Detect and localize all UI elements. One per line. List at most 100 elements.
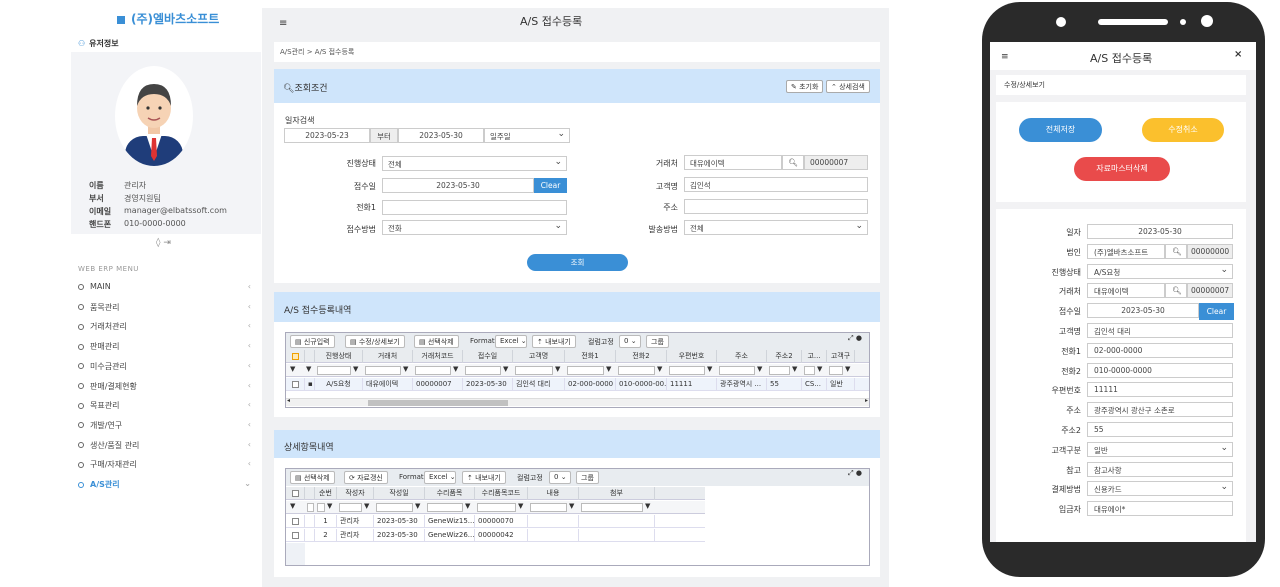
filter-icon[interactable]: ▼	[290, 502, 295, 510]
refresh-button[interactable]: ⟳ 자료갱신	[344, 471, 388, 484]
format-select[interactable]: Excel ⌄	[495, 335, 527, 348]
drop-icon[interactable]: ◊	[156, 238, 160, 248]
filter-icon[interactable]: ▼	[403, 365, 408, 373]
mobile-field-input[interactable]: (주)엘바츠소프트	[1087, 243, 1165, 259]
mobile-field-input[interactable]: 대유에이*	[1087, 501, 1233, 517]
grid2-export-button[interactable]: ⇡ 내보내기	[462, 471, 506, 484]
filter-icon[interactable]: ▼	[353, 365, 358, 373]
fix-select[interactable]: 0 ⌄	[619, 335, 641, 348]
mobile-field-input[interactable]: 010-0000-0000	[1087, 362, 1233, 378]
grid1-col-header[interactable]: 거래처코드	[413, 350, 463, 363]
filter-icon[interactable]: ▼	[415, 502, 420, 510]
filter-icon[interactable]: ▼	[845, 365, 850, 373]
mobile-search-icon[interactable]: 🔍︎	[1165, 283, 1187, 299]
filter-icon[interactable]: ▼	[757, 365, 762, 373]
mobile-field-input[interactable]: 신용카드	[1087, 481, 1233, 497]
grid2-expand-icon[interactable]: ⤢	[848, 469, 854, 477]
mobile-search-icon[interactable]: 🔍︎	[1165, 243, 1187, 259]
grid2-filter-input[interactable]	[530, 503, 567, 512]
grid2-col-header[interactable]: 수리품목	[425, 487, 475, 500]
menu-item-7[interactable]: 개발/연구 ‹	[78, 420, 253, 434]
row-checkbox[interactable]	[286, 378, 305, 391]
grid2-filter-input[interactable]	[477, 503, 516, 512]
mobile-close-icon[interactable]: ×	[1234, 49, 1242, 60]
mobile-hamburger-icon[interactable]: ≡	[1001, 52, 1009, 62]
mobile-field-input[interactable]: 김인석 대리	[1087, 323, 1233, 338]
grid1-filter-input[interactable]	[829, 366, 843, 375]
filter-icon[interactable]: ▼	[817, 365, 822, 373]
filter-icon[interactable]: ▼	[364, 502, 369, 510]
mobile-field-input[interactable]: 대유에이텍	[1087, 283, 1165, 299]
filter-icon[interactable]: ▼	[465, 502, 470, 510]
grid1-filter-input[interactable]	[769, 366, 790, 375]
menu-item-4[interactable]: 미수금관리 ‹	[78, 361, 253, 375]
detail-search-button[interactable]: ⌃ 상세검색	[826, 80, 870, 93]
grid2-filter-input[interactable]	[307, 503, 314, 512]
status-select[interactable]: 전체	[382, 156, 567, 171]
grid1-filter-input[interactable]	[515, 366, 553, 375]
mobile-field-input[interactable]: 참고사항	[1087, 461, 1233, 477]
filter-icon[interactable]: ▼	[453, 365, 458, 373]
filter-icon[interactable]: ▼	[290, 365, 295, 373]
grid1-filter-input[interactable]	[618, 366, 655, 375]
menu-item-2[interactable]: 거래처관리 ‹	[78, 321, 253, 335]
delete-master-button[interactable]: 자료마스터삭제	[1074, 157, 1170, 181]
menu-item-5[interactable]: 판매/결제현황 ‹	[78, 381, 253, 395]
grid1-col-header[interactable]: 고...	[802, 350, 827, 363]
grid2-close-icon[interactable]: ●	[856, 469, 862, 477]
grid1-col-header[interactable]: 접수일	[463, 350, 513, 363]
export-button[interactable]: ⇡ 내보내기	[532, 335, 576, 348]
mobile-field-input[interactable]: 광주광역시 광산구 소촌로	[1087, 402, 1233, 418]
grid1-col-header[interactable]: 전화1	[565, 350, 616, 363]
row-checkbox[interactable]	[286, 529, 305, 542]
edit-detail-button[interactable]: ▤ 수정/상세보기	[345, 335, 405, 348]
close-icon[interactable]: ●	[856, 334, 862, 342]
horizontal-scrollbar[interactable]: ◂ ▸	[286, 397, 869, 406]
mobile-field-input[interactable]: 11111	[1087, 382, 1233, 398]
table-row[interactable]: 2 관리자 2023-05-30 GeneWiz26... 00000042	[286, 529, 705, 542]
phone1-input[interactable]	[382, 200, 567, 215]
grid2-filter-input[interactable]	[376, 503, 413, 512]
date-to-input[interactable]: 2023-05-30	[398, 128, 484, 143]
grid2-filter-input[interactable]	[339, 503, 362, 512]
menu-item-3[interactable]: 판매관리 ‹	[78, 341, 253, 355]
mobile-field-input[interactable]: 2023-05-30	[1087, 224, 1233, 239]
filter-icon[interactable]: ▼	[569, 502, 574, 510]
hamburger-icon[interactable]: ≡	[279, 18, 287, 29]
menu-item-9[interactable]: 구매/자재관리 ‹	[78, 459, 253, 473]
client-input[interactable]: 대유에이텍	[684, 155, 782, 170]
grid1-col-header[interactable]: 거래처	[363, 350, 413, 363]
grid2-filter-input[interactable]	[581, 503, 643, 512]
filter-icon[interactable]: ▼	[306, 365, 311, 373]
mobile-field-input[interactable]: 2023-05-30	[1087, 303, 1199, 319]
grid2-col-header[interactable]: 작성자	[337, 487, 374, 500]
cancel-edit-button[interactable]: 수정취소	[1142, 118, 1224, 142]
filter-icon[interactable]: ▼	[327, 502, 332, 510]
mobile-field-input[interactable]: 일반	[1087, 441, 1233, 457]
group-button[interactable]: 그룹	[646, 335, 669, 348]
filter-icon[interactable]: ▼	[645, 502, 650, 510]
filter-icon[interactable]: ▼	[792, 365, 797, 373]
grid1-col-header[interactable]: 우편번호	[667, 350, 717, 363]
recv-clear-button[interactable]: Clear	[534, 178, 567, 193]
method-select[interactable]: 전화	[382, 220, 567, 235]
addr-input[interactable]	[684, 199, 868, 214]
grid2-col-header[interactable]: 작성일	[374, 487, 425, 500]
ship-select[interactable]: 전체	[684, 220, 868, 235]
grid1-filter-input[interactable]	[317, 366, 351, 375]
search-submit-button[interactable]: 조회	[527, 254, 628, 271]
grid1-col-header[interactable]: 주소	[717, 350, 767, 363]
grid2-fix-select[interactable]: 0 ⌄	[549, 471, 571, 484]
period-select[interactable]: 일주일	[484, 128, 570, 143]
mobile-field-input[interactable]: A/S요청	[1087, 263, 1233, 279]
scroll-right-icon[interactable]: ▸	[865, 397, 868, 404]
grid2-format-select[interactable]: Excel ⌄	[424, 471, 456, 484]
grid1-filter-input[interactable]	[669, 366, 705, 375]
date-from-input[interactable]: 2023-05-23	[284, 128, 370, 143]
reset-button[interactable]: ✎ 초기화	[786, 80, 824, 93]
filter-icon[interactable]: ▼	[555, 365, 560, 373]
grid1-filter-input[interactable]	[465, 366, 501, 375]
menu-item-1[interactable]: 품목관리 ‹	[78, 302, 253, 316]
menu-item-6[interactable]: 목표관리 ‹	[78, 400, 253, 414]
grid2-delete-button[interactable]: ▤ 선택삭제	[290, 471, 335, 484]
